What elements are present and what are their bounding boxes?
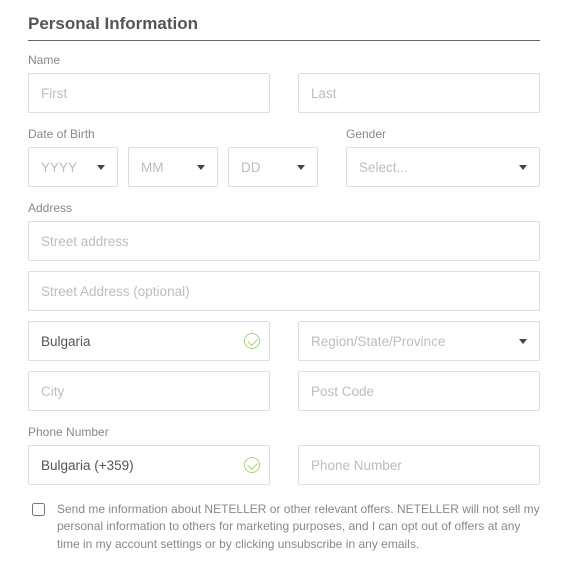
dob-month-select[interactable]: MM xyxy=(128,147,218,187)
dob-day-select[interactable]: DD xyxy=(228,147,318,187)
country-select[interactable]: Bulgaria xyxy=(28,321,270,361)
marketing-consent-checkbox[interactable] xyxy=(32,503,45,516)
check-circle-icon xyxy=(244,457,260,473)
region-select[interactable]: Region/State/Province xyxy=(298,321,540,361)
check-circle-icon xyxy=(244,333,260,349)
street-input[interactable] xyxy=(28,221,540,261)
street2-input[interactable] xyxy=(28,271,540,311)
phone-label: Phone Number xyxy=(28,425,540,439)
caret-down-icon xyxy=(297,165,305,170)
dob-month-placeholder: MM xyxy=(141,160,164,175)
phone-number-input[interactable] xyxy=(298,445,540,485)
caret-down-icon xyxy=(197,165,205,170)
consent-text: Send me information about NETELLER or ot… xyxy=(57,501,540,553)
consent-row: Send me information about NETELLER or ot… xyxy=(28,501,540,553)
caret-down-icon xyxy=(97,165,105,170)
phone-country-value: Bulgaria (+359) xyxy=(41,458,134,473)
caret-down-icon xyxy=(519,339,527,344)
name-label: Name xyxy=(28,53,540,67)
gender-placeholder: Select... xyxy=(359,160,408,175)
phone-country-select[interactable]: Bulgaria (+359) xyxy=(28,445,270,485)
dob-year-placeholder: YYYY xyxy=(41,160,77,175)
caret-down-icon xyxy=(519,165,527,170)
section-title: Personal Information xyxy=(28,14,540,41)
gender-label: Gender xyxy=(346,127,540,141)
postcode-input[interactable] xyxy=(298,371,540,411)
last-name-input[interactable] xyxy=(298,73,540,113)
first-name-input[interactable] xyxy=(28,73,270,113)
region-placeholder: Region/State/Province xyxy=(311,334,445,349)
gender-select[interactable]: Select... xyxy=(346,147,540,187)
dob-label: Date of Birth xyxy=(28,127,318,141)
dob-day-placeholder: DD xyxy=(241,160,261,175)
dob-year-select[interactable]: YYYY xyxy=(28,147,118,187)
address-label: Address xyxy=(28,201,540,215)
city-input[interactable] xyxy=(28,371,270,411)
country-value: Bulgaria xyxy=(41,334,91,349)
